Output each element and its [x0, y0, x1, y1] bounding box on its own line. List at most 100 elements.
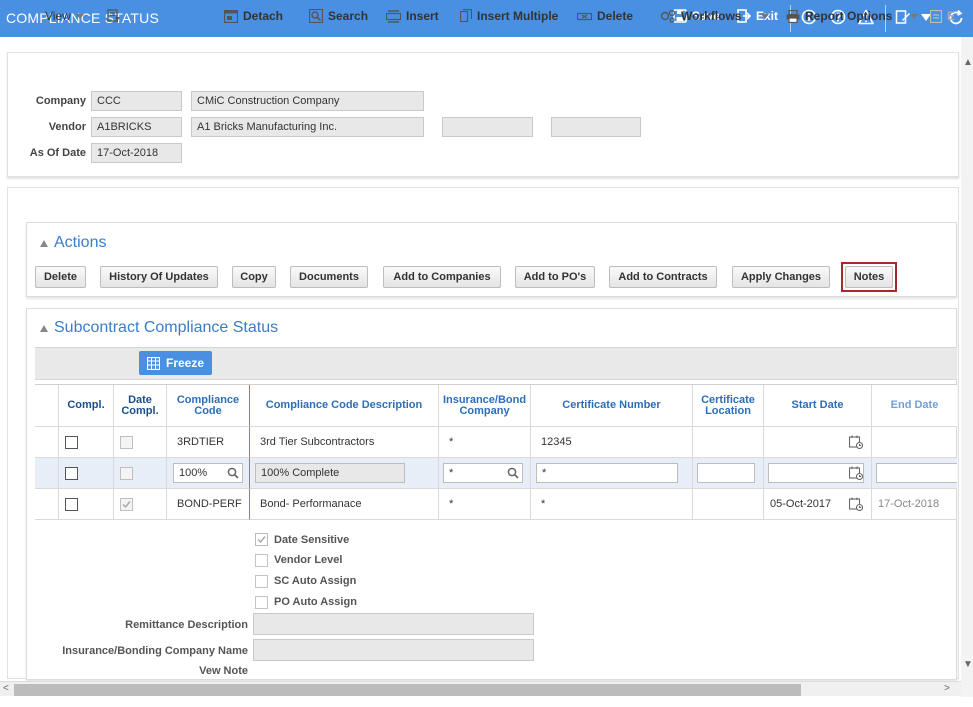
search-icon: [309, 9, 323, 23]
insert-multiple-button[interactable]: Insert Multiple: [460, 9, 558, 23]
sc-auto-assign-label: SC Auto Assign: [274, 575, 357, 587]
col-header-end-date[interactable]: End Date: [872, 385, 957, 427]
col-header-date-compl[interactable]: Date Compl.: [114, 385, 167, 427]
table-row-start[interactable]: 05-Oct-2017: [764, 489, 872, 520]
insurance-company-name-label: Insurance/Bonding Company Name: [62, 645, 248, 657]
view-note-label: Vew Note: [199, 665, 248, 677]
copy-button[interactable]: Copy: [232, 266, 276, 288]
col-header-compliance-code[interactable]: Compliance Code: [167, 385, 250, 427]
freeze-label: Freeze: [165, 356, 205, 370]
end-date-input[interactable]: [876, 463, 957, 483]
scroll-right-icon[interactable]: >: [944, 683, 950, 694]
compl-checkbox[interactable]: [65, 498, 78, 511]
scroll-up-icon[interactable]: ▲: [963, 57, 973, 68]
actions-title[interactable]: Actions: [40, 234, 106, 252]
scroll-down-icon[interactable]: ▼: [963, 659, 973, 670]
col-header-compl[interactable]: Compl.: [59, 385, 114, 427]
table-row-code[interactable]: 3RDTIER: [167, 427, 250, 458]
po-auto-assign-checkbox[interactable]: [255, 596, 268, 609]
table-row-description[interactable]: 3rd Tier Subcontractors: [250, 427, 439, 458]
history-of-updates-button[interactable]: History Of Updates: [100, 266, 218, 288]
insert-button[interactable]: Insert: [386, 9, 439, 23]
calendar-icon: [849, 435, 863, 449]
col-start-text: Start Date: [791, 399, 844, 411]
report-options-menu[interactable]: Report Options: [786, 9, 919, 23]
vendor-label: Vendor: [48, 121, 86, 133]
description-edit-cell: 100% Complete: [250, 458, 439, 489]
export-label: E: [947, 9, 956, 23]
date-sensitive-checkbox[interactable]: [255, 533, 268, 546]
table-row-insurance[interactable]: *: [439, 489, 531, 520]
table-row-description[interactable]: Bond- Performanace: [250, 489, 439, 520]
table-row-start[interactable]: [764, 427, 872, 458]
insurance-edit-cell: *: [439, 458, 531, 489]
date-compl-checkbox[interactable]: [120, 436, 133, 449]
table-row-certificate[interactable]: *: [531, 489, 693, 520]
delete-row-button[interactable]: Delete: [577, 9, 633, 23]
vendor-extra-field-1: [442, 117, 533, 137]
workflows-menu[interactable]: Workflows: [660, 9, 770, 23]
apply-changes-button[interactable]: Apply Changes: [732, 266, 830, 288]
vendor-level-label: Vendor Level: [274, 554, 343, 566]
table-row-location[interactable]: [693, 427, 764, 458]
location-edit-cell: [693, 458, 764, 489]
vendor-level-checkbox[interactable]: [255, 554, 268, 567]
detach-label: Detach: [243, 9, 284, 23]
company-label: Company: [35, 95, 86, 107]
compl-checkbox[interactable]: [65, 467, 78, 480]
table-row-certificate[interactable]: 12345: [531, 427, 693, 458]
compl-checkbox[interactable]: [65, 436, 78, 449]
scroll-left-icon[interactable]: <: [3, 683, 9, 694]
vertical-scrollbar[interactable]: ▲ ▼: [961, 37, 973, 697]
documents-button[interactable]: Documents: [290, 266, 368, 288]
horizontal-scrollbar[interactable]: < >: [0, 681, 961, 696]
col-header-certificate-number[interactable]: Certificate Number: [531, 385, 693, 427]
col-header-certificate-location[interactable]: Certificate Location: [693, 385, 764, 427]
as-of-date-field[interactable]: 17-Oct-2018: [91, 143, 182, 163]
row-selector[interactable]: [35, 458, 59, 489]
date-compl-cell: [114, 489, 167, 520]
col-description-text: Compliance Code Description: [265, 399, 423, 411]
company-code-field[interactable]: CCC: [91, 91, 182, 111]
export-button[interactable]: E: [930, 9, 955, 23]
detach-button[interactable]: Detach: [224, 9, 283, 23]
date-compl-checkbox[interactable]: [120, 467, 133, 480]
col-ins-line1: Insurance/Bond: [442, 393, 527, 406]
freeze-button[interactable]: Freeze: [139, 351, 212, 375]
delete-action-button[interactable]: Delete: [35, 266, 86, 288]
notes-highlight: [841, 262, 897, 292]
compliance-grid: Compl. Date Compl. Compliance Code Compl…: [35, 384, 957, 521]
col-header-start-date[interactable]: Start Date: [764, 385, 872, 427]
table-row-insurance[interactable]: *: [439, 427, 531, 458]
add-to-pos-button[interactable]: Add to PO's: [515, 266, 595, 288]
certificate-location-input[interactable]: [697, 463, 755, 483]
table-row-end[interactable]: [872, 427, 957, 458]
subcontract-title[interactable]: Subcontract Compliance Status: [40, 319, 278, 337]
certificate-number-input[interactable]: *: [536, 463, 678, 483]
date-sensitive-label: Date Sensitive: [274, 534, 350, 546]
search-label: Search: [328, 9, 369, 23]
filter-button[interactable]: [107, 9, 121, 23]
date-compl-checkbox[interactable]: [120, 498, 133, 511]
horizontal-scroll-thumb[interactable]: [14, 684, 801, 696]
as-of-date-label: As Of Date: [29, 147, 86, 159]
col-header-description[interactable]: Compliance Code Description: [250, 385, 439, 427]
add-to-contracts-button[interactable]: Add to Contracts: [609, 266, 717, 288]
row-selector[interactable]: [35, 427, 59, 458]
search-button[interactable]: Search: [309, 9, 368, 23]
add-to-companies-button[interactable]: Add to Companies: [383, 266, 501, 288]
subcontract-title-label: Subcontract Compliance Status: [54, 319, 279, 336]
compl-cell: [59, 489, 114, 520]
row-selector[interactable]: [35, 489, 59, 520]
sc-auto-assign-checkbox[interactable]: [255, 575, 268, 588]
table-row-code[interactable]: BOND-PERF: [167, 489, 250, 520]
col-header-insurance[interactable]: Insurance/Bond Company: [439, 385, 531, 427]
collapse-triangle-icon: [40, 239, 48, 247]
table-row-location[interactable]: [693, 489, 764, 520]
view-menu[interactable]: View: [45, 9, 84, 23]
vendor-code-field[interactable]: A1BRICKS: [91, 117, 182, 137]
remittance-description-field: [253, 613, 534, 635]
company-name-field: CMiC Construction Company: [191, 91, 424, 111]
table-row-end[interactable]: 17-Oct-2018: [872, 489, 957, 520]
delete-label: Delete: [597, 9, 634, 23]
